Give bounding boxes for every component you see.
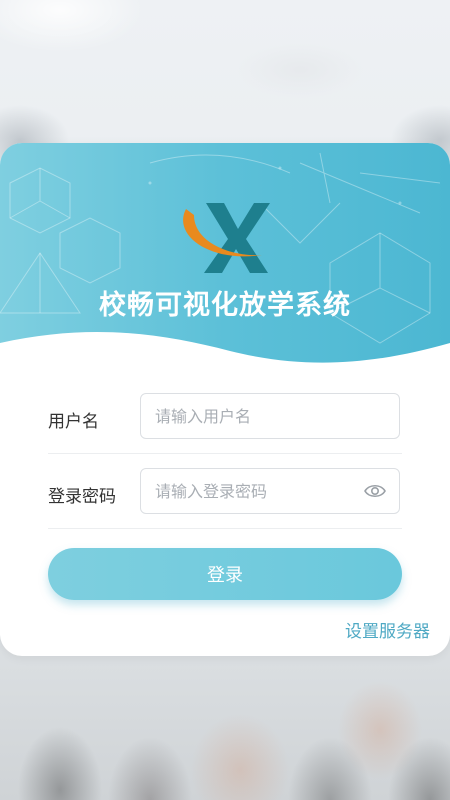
username-divider [48, 453, 402, 454]
x-letter-logo [183, 203, 270, 273]
background-photo-top [0, 0, 450, 160]
password-row: 登录密码 [48, 468, 402, 516]
login-button[interactable]: 登录 [48, 548, 402, 600]
eye-icon[interactable] [364, 481, 386, 501]
password-divider [48, 528, 402, 529]
password-label: 登录密码 [48, 487, 116, 507]
username-input[interactable] [140, 393, 400, 439]
login-card: 校畅可视化放学系统 用户名 登录密码 登录 设置服务器 [0, 143, 450, 656]
background-photo-bottom [0, 640, 450, 800]
username-label: 用户名 [48, 412, 99, 432]
password-input[interactable] [140, 468, 400, 514]
app-title: 校畅可视化放学系统 [99, 290, 351, 321]
username-row: 用户名 [48, 393, 402, 441]
server-settings-link[interactable]: 设置服务器 [345, 617, 430, 642]
header-wave [0, 331, 450, 383]
